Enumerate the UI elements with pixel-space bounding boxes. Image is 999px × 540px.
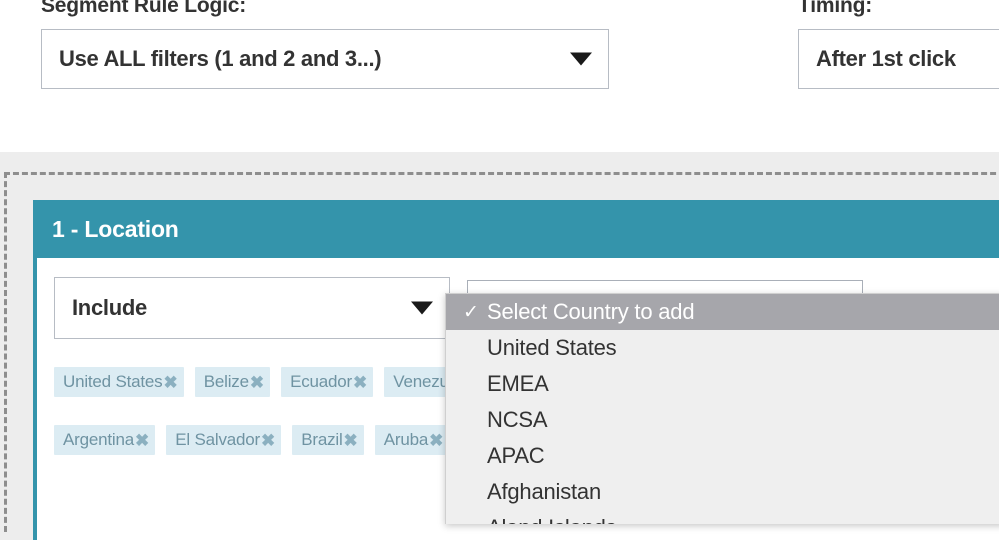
include-exclude-value: Include <box>72 295 147 320</box>
dropdown-option[interactable]: ✓ Select Country to add <box>446 294 999 330</box>
country-tag-label: Aruba <box>383 430 429 449</box>
dropdown-option-label: Aland Islands <box>487 515 617 524</box>
timing-select[interactable]: After 1st click <box>798 29 999 89</box>
rule-card-header[interactable]: 1 - Location <box>37 200 999 258</box>
dropdown-option[interactable]: Aland Islands <box>446 510 999 524</box>
dropdown-option-label: United States <box>487 335 617 360</box>
dropdown-option[interactable]: Afghanistan <box>446 474 999 510</box>
segment-rule-logic-label: Segment Rule Logic: <box>41 0 247 17</box>
close-icon[interactable]: ✖ <box>250 374 264 391</box>
close-icon[interactable]: ✖ <box>163 374 177 391</box>
dropdown-option-label: Afghanistan <box>487 479 601 504</box>
country-tag-label: United States <box>63 372 163 391</box>
country-tag[interactable]: United States ✖ <box>54 367 184 397</box>
segment-rule-logic-group: Segment Rule Logic: Use ALL filters (1 a… <box>41 0 609 89</box>
country-tag-label: Belize <box>203 372 249 391</box>
check-icon: ✓ <box>463 301 479 323</box>
segment-settings-panel: Segment Rule Logic: Use ALL filters (1 a… <box>0 0 999 152</box>
country-dropdown-menu[interactable]: ✓ Select Country to add United States EM… <box>445 293 999 524</box>
segment-rule-logic-select[interactable]: Use ALL filters (1 and 2 and 3...) <box>41 29 609 89</box>
timing-label: Timing: <box>798 0 873 17</box>
dropdown-option-label: NCSA <box>487 407 548 432</box>
dropdown-option-label: APAC <box>487 443 545 468</box>
dropdown-option-label: EMEA <box>487 371 549 396</box>
close-icon[interactable]: ✖ <box>344 432 358 449</box>
panel-separator <box>0 152 999 172</box>
country-tag-label: Ecuador <box>290 372 352 391</box>
rule-card-title: 1 - Location <box>52 215 179 242</box>
country-tag[interactable]: Ecuador ✖ <box>281 367 374 397</box>
close-icon[interactable]: ✖ <box>261 432 275 449</box>
dropdown-option-label: Select Country to add <box>487 299 695 324</box>
chevron-down-icon <box>570 52 592 66</box>
close-icon[interactable]: ✖ <box>135 432 149 449</box>
include-exclude-select[interactable]: Include <box>54 277 450 339</box>
dropdown-option[interactable]: United States <box>446 330 999 366</box>
timing-value: After 1st click <box>816 46 956 71</box>
timing-group: Timing: After 1st click <box>798 0 999 89</box>
country-tag[interactable]: Brazil ✖ <box>292 425 364 455</box>
country-tag-label: Argentina <box>63 430 134 449</box>
chevron-down-icon <box>411 301 433 315</box>
segment-rule-logic-value: Use ALL filters (1 and 2 and 3...) <box>59 46 382 71</box>
close-icon[interactable]: ✖ <box>429 432 443 449</box>
country-tag[interactable]: Aruba ✖ <box>374 425 450 455</box>
close-icon[interactable]: ✖ <box>353 374 367 391</box>
dropdown-option[interactable]: EMEA <box>446 366 999 402</box>
country-tag[interactable]: Argentina ✖ <box>54 425 156 455</box>
country-tag-label: El Salvador <box>175 430 260 449</box>
country-tag[interactable]: El Salvador ✖ <box>166 425 282 455</box>
country-tag[interactable]: Belize ✖ <box>194 367 271 397</box>
dropdown-option[interactable]: NCSA <box>446 402 999 438</box>
country-tag-label: Brazil <box>301 430 343 449</box>
dropdown-option[interactable]: APAC <box>446 438 999 474</box>
